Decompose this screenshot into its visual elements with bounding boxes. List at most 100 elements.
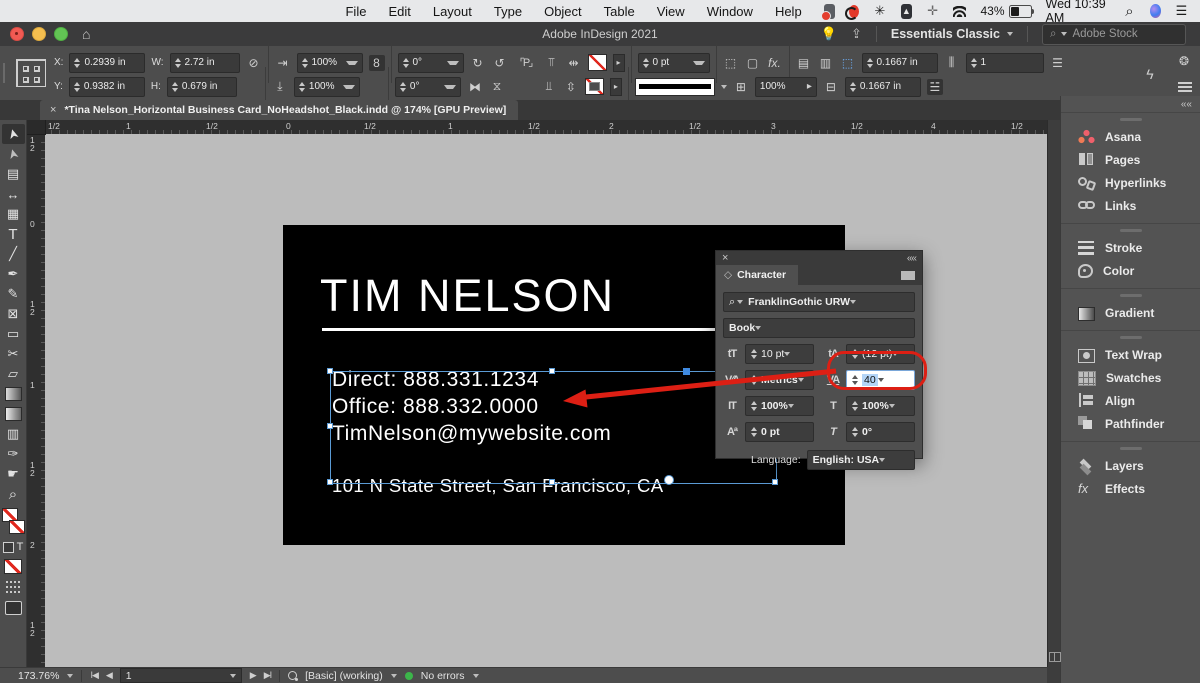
close-tab-icon[interactable]: × bbox=[50, 104, 56, 116]
note-tool[interactable]: ▥ bbox=[2, 424, 25, 444]
stepper[interactable] bbox=[299, 82, 305, 92]
opacity-field[interactable]: 100% ▸ bbox=[755, 77, 817, 97]
drag-handle[interactable] bbox=[1120, 294, 1142, 297]
character-panel-tab[interactable]: ◇ Character bbox=[716, 265, 798, 285]
chevron-down-icon[interactable] bbox=[343, 85, 355, 89]
textwrap-none-icon[interactable]: ▤ bbox=[796, 56, 812, 70]
drag-handle[interactable] bbox=[1120, 447, 1142, 450]
panel-button-gradient[interactable]: Gradient bbox=[1061, 301, 1200, 324]
text-outport-icon[interactable] bbox=[664, 475, 674, 485]
chevron-down-icon[interactable] bbox=[850, 300, 856, 304]
gradient-swatch-tool[interactable] bbox=[2, 384, 25, 404]
selection-handle[interactable] bbox=[327, 479, 333, 485]
card-name-text[interactable]: TIM NELSON bbox=[320, 270, 615, 322]
last-page-button[interactable]: ▶Ι bbox=[264, 670, 271, 681]
selection-handle[interactable] bbox=[327, 368, 333, 374]
page-number-field[interactable]: 1 bbox=[120, 668, 242, 683]
link-scale-icon[interactable]: 8 bbox=[369, 55, 385, 71]
vertical-scrollbar[interactable] bbox=[1047, 120, 1061, 667]
hand-tool[interactable]: ☛ bbox=[2, 464, 25, 484]
menu-object[interactable]: Object bbox=[544, 4, 582, 19]
chevron-down-icon[interactable] bbox=[889, 404, 895, 408]
columns-field[interactable]: 1 bbox=[966, 53, 1044, 73]
menu-layout[interactable]: Layout bbox=[433, 4, 472, 19]
flip-horizontal-icon[interactable]: ⧓ bbox=[467, 80, 483, 94]
prev-page-button[interactable]: ◀ bbox=[106, 670, 112, 681]
stepper[interactable] bbox=[852, 427, 858, 437]
width-field[interactable]: 2.72 in bbox=[170, 53, 240, 73]
content-collector-tool[interactable]: ▦ bbox=[2, 204, 25, 224]
close-window-button[interactable] bbox=[10, 27, 24, 41]
chevron-down-icon[interactable] bbox=[693, 61, 705, 65]
stepper[interactable] bbox=[172, 82, 178, 92]
pencil-tool[interactable]: ✎ bbox=[2, 284, 25, 304]
fill-options-arrow[interactable]: ▸ bbox=[613, 54, 625, 72]
selection-handle[interactable] bbox=[549, 368, 555, 374]
rotate-cw-icon[interactable]: ↻ bbox=[470, 56, 486, 70]
panel-options-icon[interactable] bbox=[901, 271, 915, 280]
type-tool[interactable]: T bbox=[2, 224, 25, 244]
menu-table[interactable]: Table bbox=[604, 4, 635, 19]
preflight-status[interactable]: No errors bbox=[421, 670, 465, 682]
chevron-down-icon[interactable] bbox=[447, 61, 459, 65]
lightbulb-learn-icon[interactable]: 💡 bbox=[821, 26, 837, 42]
flip-vertical-icon[interactable]: ⧖ bbox=[489, 79, 505, 94]
zoom-tool[interactable]: ⌕ bbox=[2, 484, 25, 504]
select-container-icon[interactable]: ⌜P⌟ bbox=[514, 56, 538, 69]
eyedropper-tool[interactable]: ✑ bbox=[2, 444, 25, 464]
arrow-right-icon[interactable]: ▸ bbox=[801, 81, 812, 92]
constrain-proportions-icon[interactable]: ⊘ bbox=[246, 56, 262, 70]
chevron-down-icon[interactable] bbox=[473, 674, 479, 678]
preflight-profile[interactable]: [Basic] (working) bbox=[305, 670, 383, 682]
panel-button-asana[interactable]: Asana bbox=[1061, 125, 1200, 148]
align-top-icon[interactable]: ⫪ bbox=[544, 55, 560, 70]
chevron-down-icon[interactable] bbox=[879, 458, 885, 462]
stepper[interactable] bbox=[302, 58, 308, 68]
effects-fx-icon[interactable]: fx. bbox=[767, 56, 783, 70]
spread-view-icon[interactable] bbox=[1049, 652, 1061, 662]
stroke-weight-field[interactable]: 0 pt bbox=[638, 53, 710, 73]
menu-type[interactable]: Type bbox=[494, 4, 522, 19]
formatting-text-icon[interactable]: T bbox=[17, 541, 24, 553]
siri-icon[interactable] bbox=[1150, 4, 1161, 18]
line-tool[interactable]: ╱ bbox=[2, 244, 25, 264]
frame-tool[interactable]: ⊠ bbox=[2, 304, 25, 324]
horizontal-ruler[interactable]: 1/2 1 1/2 0 1/2 1 1/2 2 1/2 3 1/2 4 1/2 bbox=[27, 120, 1047, 135]
close-panel-icon[interactable]: × bbox=[722, 252, 728, 264]
formatting-affects-toggle[interactable]: T bbox=[3, 541, 24, 553]
panel-button-text-wrap[interactable]: Text Wrap bbox=[1061, 343, 1200, 366]
wrap-offset-field[interactable]: 0.1667 in bbox=[862, 53, 938, 73]
fill-stroke-swatches[interactable] bbox=[2, 508, 25, 534]
stepper[interactable] bbox=[971, 58, 977, 68]
indesign-status-icon[interactable]: ▲ bbox=[901, 4, 913, 19]
stepper[interactable] bbox=[867, 58, 873, 68]
rotate-ccw-icon[interactable]: ↺ bbox=[492, 56, 508, 70]
chevron-down-icon[interactable] bbox=[784, 352, 790, 356]
stepper[interactable] bbox=[74, 82, 80, 92]
chevron-down-icon[interactable] bbox=[230, 674, 236, 678]
frame-edge-handle[interactable] bbox=[683, 368, 690, 375]
panel-button-swatches[interactable]: Swatches bbox=[1061, 366, 1200, 389]
stroke-style-dropdown[interactable] bbox=[635, 78, 715, 96]
drag-handle[interactable] bbox=[1120, 118, 1142, 121]
scale-y-field[interactable]: 100% bbox=[294, 77, 360, 97]
panel-menu-icon[interactable] bbox=[1178, 82, 1192, 92]
fill-swatch-none[interactable] bbox=[588, 54, 607, 71]
zoom-level[interactable]: 173.76% bbox=[18, 670, 59, 682]
horizontal-scale-field[interactable]: 100% bbox=[846, 396, 915, 416]
screen-record-icon[interactable] bbox=[849, 5, 859, 18]
rotation-field[interactable]: 0° bbox=[398, 53, 464, 73]
menu-file[interactable]: File bbox=[345, 4, 366, 19]
next-page-button[interactable]: ▶ bbox=[250, 670, 256, 681]
chevron-down-icon[interactable] bbox=[67, 674, 73, 678]
menu-window[interactable]: Window bbox=[707, 4, 753, 19]
stepper[interactable] bbox=[400, 82, 406, 92]
gutter-field[interactable]: 0.1667 in bbox=[845, 77, 921, 97]
menu-help[interactable]: Help bbox=[775, 4, 802, 19]
chevron-down-icon[interactable] bbox=[346, 61, 358, 65]
align-bottom-icon[interactable]: ⫫ bbox=[541, 79, 557, 94]
panel-grip[interactable] bbox=[3, 63, 5, 83]
gradient-feather-tool[interactable] bbox=[2, 404, 25, 424]
selection-tool[interactable]: ➤ bbox=[2, 124, 25, 144]
chevron-down-icon[interactable] bbox=[788, 404, 794, 408]
